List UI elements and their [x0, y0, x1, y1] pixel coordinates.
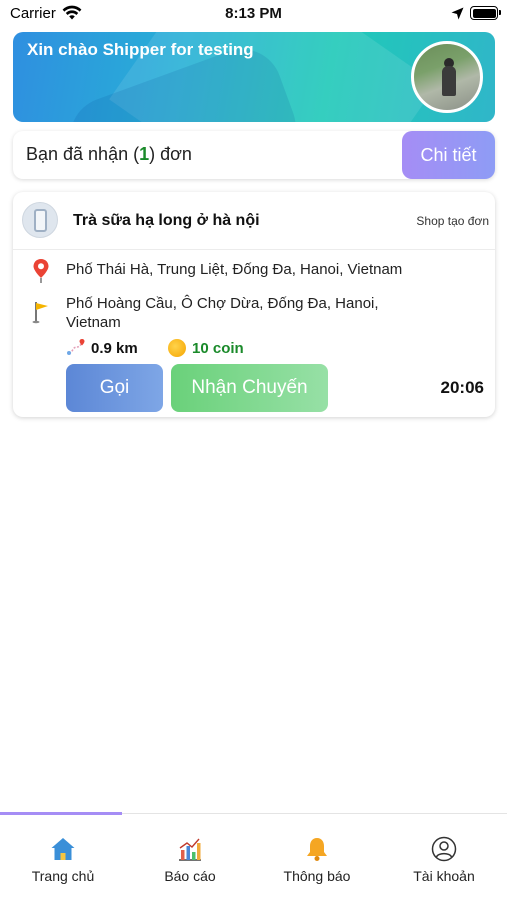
greeting-banner: Xin chào Shipper for testing	[13, 32, 495, 122]
order-card[interactable]: Trà sữa hạ long ở hà nội Shop tạo đơn Ph…	[13, 192, 495, 417]
order-time: 20:06	[440, 378, 484, 397]
coin-value: 10 coin	[192, 340, 244, 357]
call-button[interactable]: Gọi	[66, 364, 163, 412]
tab-home-label: Trang chủ	[31, 868, 95, 884]
distance-value: 0.9 km	[91, 340, 138, 357]
bottom-tab-bar: Trang chủ Báo cáo Thông báo Tài khoản	[0, 812, 507, 900]
pickup-address: Phố Thái Hà, Trung Liệt, Đống Đa, Hanoi,…	[66, 261, 403, 278]
orders-summary-bar: Bạn đã nhận (1) đơn Chi tiết	[13, 131, 495, 179]
orders-count: 1	[139, 144, 150, 164]
tab-notifications-label: Thông báo	[283, 868, 351, 884]
account-icon	[431, 836, 457, 862]
tab-notifications[interactable]: Thông báo	[254, 814, 380, 900]
detail-button[interactable]: Chi tiết	[402, 131, 495, 179]
route-icon	[67, 339, 85, 355]
flag-icon	[32, 302, 48, 324]
shop-name: Trà sữa hạ long ở hà nội	[73, 212, 260, 229]
tab-account[interactable]: Tài khoản	[381, 814, 507, 900]
tab-reports[interactable]: Báo cáo	[127, 814, 253, 900]
tab-account-label: Tài khoản	[413, 868, 475, 884]
accept-trip-button[interactable]: Nhận Chuyến	[171, 364, 328, 412]
shop-row: Trà sữa hạ long ở hà nội Shop tạo đơn	[13, 192, 495, 250]
battery-icon	[470, 6, 501, 20]
orders-summary-text: Bạn đã nhận (1) đơn	[26, 144, 192, 164]
dropoff-address: Phố Hoàng Cầu, Ô Chợ Dừa, Đống Đa, Hanoi…	[66, 295, 379, 331]
avatar[interactable]	[411, 41, 483, 113]
map-pin-icon	[33, 259, 49, 283]
coin-icon	[168, 339, 186, 357]
shop-icon	[22, 202, 58, 238]
home-icon	[51, 838, 75, 860]
status-time: 8:13 PM	[225, 5, 282, 22]
status-bar: Carrier 8:13 PM	[0, 0, 507, 28]
tab-reports-label: Báo cáo	[164, 868, 216, 884]
shop-created-label: Shop tạo đơn	[416, 214, 489, 228]
greeting-text: Xin chào Shipper for testing	[27, 40, 254, 59]
tab-home[interactable]: Trang chủ	[0, 814, 126, 900]
chart-icon	[179, 838, 201, 861]
location-arrow-icon	[451, 7, 464, 20]
bell-icon	[307, 838, 327, 861]
